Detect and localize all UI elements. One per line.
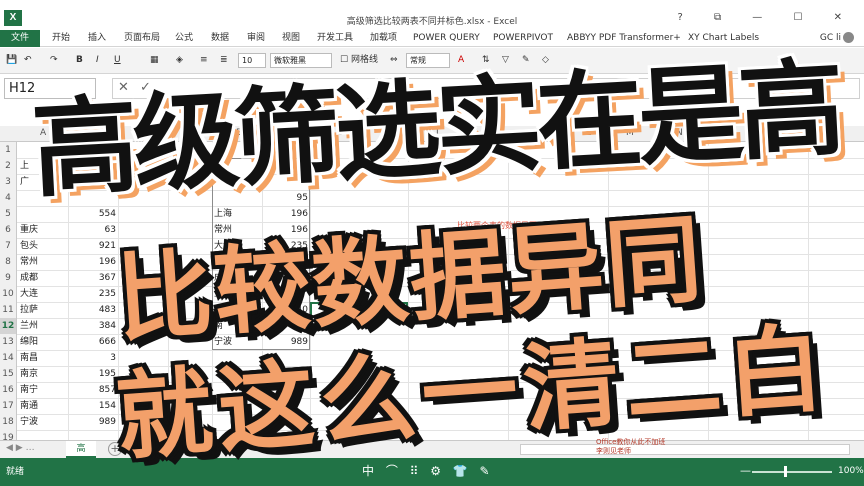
table-a-city[interactable]: 常州 [20, 254, 38, 270]
table-a-cell[interactable]: 广 [20, 174, 29, 190]
table-a-value[interactable]: 235 [70, 286, 116, 302]
status-ready: 就绪 [6, 467, 25, 477]
row-header[interactable]: 7 [0, 238, 16, 254]
row-header[interactable]: 6 [0, 222, 16, 238]
table-a-value[interactable]: 367 [70, 270, 116, 286]
table-a-city[interactable]: 成都 [20, 270, 38, 286]
zoom-level[interactable]: 100% [838, 466, 864, 476]
table-a-value[interactable]: 483 [70, 302, 116, 318]
row-header[interactable]: 3 [0, 174, 16, 190]
tab-formulas[interactable]: 公式 [175, 30, 193, 47]
sheet-tab[interactable]: 高 [66, 441, 96, 458]
tab-view[interactable]: 视图 [282, 30, 300, 47]
table-a-city[interactable]: 拉萨 [20, 302, 38, 318]
row-header[interactable]: 18 [0, 414, 16, 430]
tab-page-layout[interactable]: 页面布局 [124, 30, 160, 47]
row-header-selected[interactable]: 12 [0, 318, 16, 334]
table-a-cell[interactable]: 上 [20, 158, 29, 174]
row-header[interactable]: 14 [0, 350, 16, 366]
zoom-slider-thumb[interactable] [784, 466, 787, 477]
tab-data[interactable]: 数据 [211, 30, 229, 47]
table-a-city[interactable]: 包头 [20, 238, 38, 254]
save-icon[interactable]: 💾 [6, 53, 17, 68]
row-header[interactable]: 13 [0, 334, 16, 350]
tab-developer[interactable]: 开发工具 [317, 30, 353, 47]
tab-insert[interactable]: 插入 [88, 30, 106, 47]
table-a-city[interactable]: 兰州 [20, 318, 38, 334]
row-header[interactable]: 1 [0, 142, 16, 158]
row-header[interactable]: 5 [0, 206, 16, 222]
table-a-value[interactable]: 857 [70, 382, 116, 398]
table-a-city[interactable]: 宁波 [20, 414, 38, 430]
tab-review[interactable]: 审阅 [247, 30, 265, 47]
watermark-line2: 李则见老师 [596, 447, 631, 455]
sheet-nav-arrows-icon[interactable]: ◀ ▶ … [6, 443, 35, 453]
table-a-value[interactable]: 989 [70, 414, 116, 430]
row-headers: 1 2 3 4 5 6 7 8 9 10 11 12 13 14 15 16 1… [0, 142, 17, 459]
table-a-value[interactable]: 384 [70, 318, 116, 334]
table-a-value[interactable]: 63 [70, 222, 116, 238]
table-a-value[interactable]: 196 [70, 254, 116, 270]
zoom-slider[interactable] [752, 471, 832, 473]
row-header[interactable]: 10 [0, 286, 16, 302]
table-a-value[interactable]: 666 [70, 334, 116, 350]
row-header[interactable]: 8 [0, 254, 16, 270]
table-a-value[interactable]: 3 [70, 350, 116, 366]
row-header[interactable]: 11 [0, 302, 16, 318]
table-a-city[interactable]: 南宁 [20, 382, 38, 398]
ime-toolbar-icons[interactable]: 中 ⌒ ⠿ ⚙ 👕 ✎ [362, 462, 494, 479]
zoom-out-icon[interactable]: — [740, 464, 751, 477]
table-a-city[interactable]: 绵阳 [20, 334, 38, 350]
table-a-value[interactable]: 195 [70, 366, 116, 382]
table-a-city[interactable]: 重庆 [20, 222, 38, 238]
row-header[interactable]: 16 [0, 382, 16, 398]
table-a-city[interactable]: 大连 [20, 286, 38, 302]
table-a-city[interactable]: 南京 [20, 366, 38, 382]
row-header[interactable]: 2 [0, 158, 16, 174]
table-a-city[interactable]: 南昌 [20, 350, 38, 366]
tab-file[interactable]: 文件 [0, 30, 40, 47]
table-a-value[interactable]: 921 [70, 238, 116, 254]
row-header[interactable]: 4 [0, 190, 16, 206]
title-bar: X 高级筛选比较两表不同并标色.xlsx - Excel ? ⧉ — ☐ ✕ [0, 0, 864, 30]
row-header[interactable]: 15 [0, 366, 16, 382]
tab-home[interactable]: 开始 [52, 30, 70, 47]
user-avatar [843, 32, 854, 43]
table-a-value[interactable]: 154 [70, 398, 116, 414]
row-header[interactable]: 17 [0, 398, 16, 414]
row-header[interactable]: 9 [0, 270, 16, 286]
table-a-city[interactable]: 南通 [20, 398, 38, 414]
